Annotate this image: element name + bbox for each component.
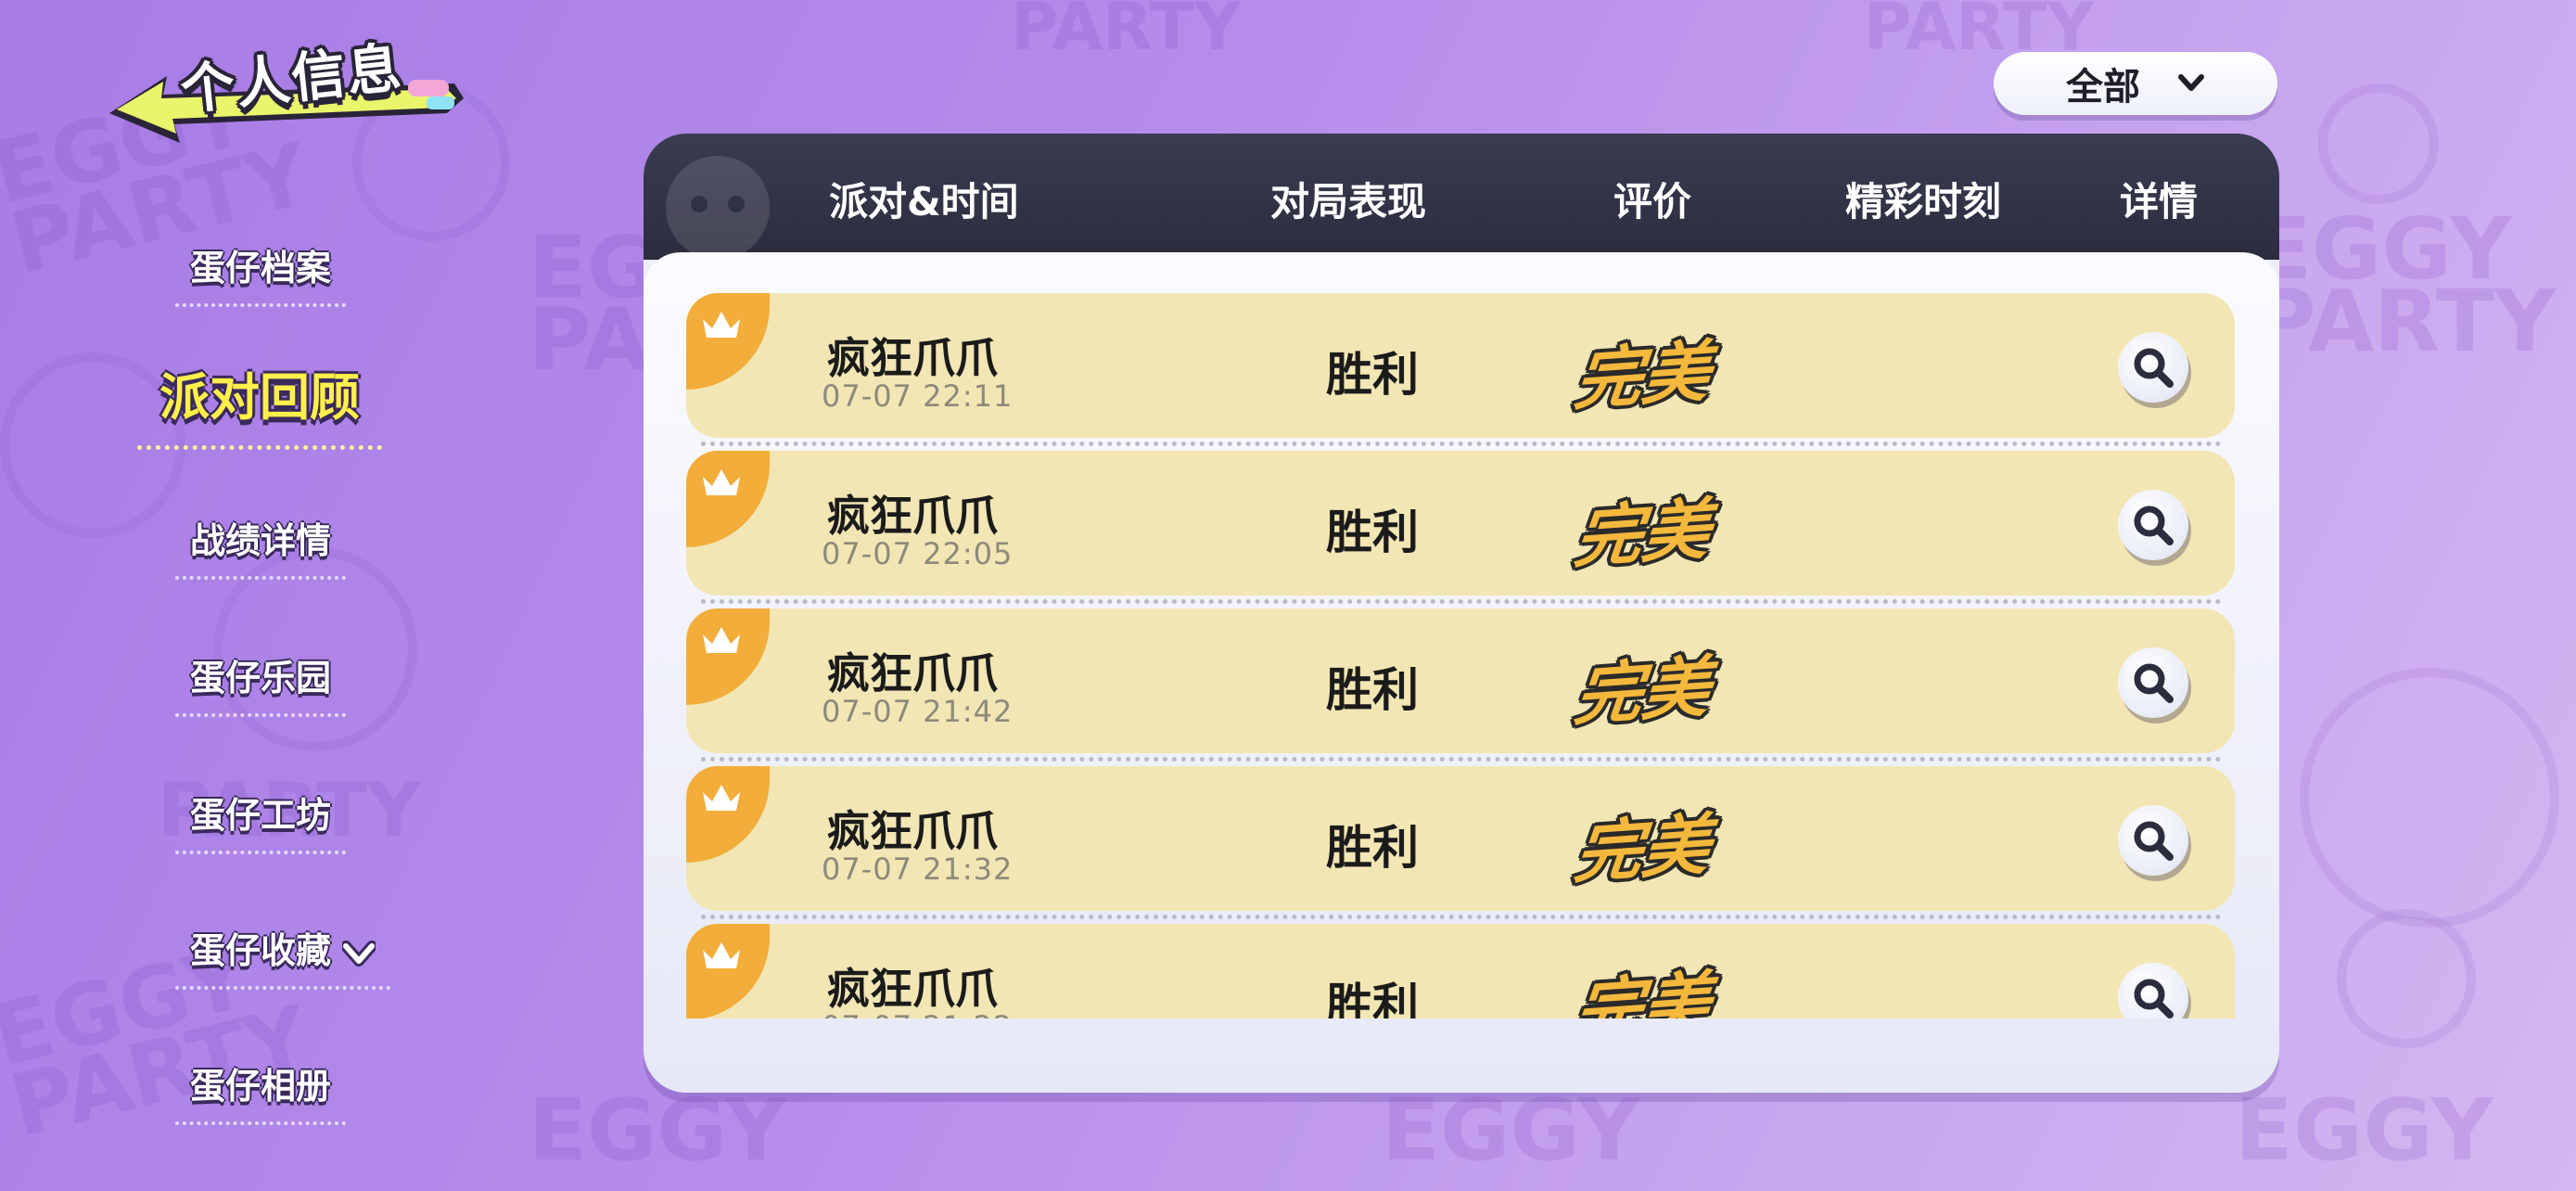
header-party-time: 派对&时间: [829, 179, 1019, 224]
party-time: 07-07 22:05: [822, 536, 1014, 571]
party-list[interactable]: 疯狂爪爪 07-07 22:11 胜利 完美 疯狂爪爪 07-07 22:05 …: [686, 293, 2235, 1018]
search-icon: [2134, 821, 2174, 861]
sidebar-item-eggy-workshop[interactable]: 蛋仔工坊: [174, 787, 347, 854]
match-result: 胜利: [1326, 821, 1419, 875]
crown-badge: [686, 608, 770, 705]
table-row[interactable]: 疯狂爪爪 07-07 21:32 胜利 完美: [686, 766, 2235, 911]
sidebar-item-match-details[interactable]: 战绩详情: [174, 512, 347, 580]
search-icon: [2134, 663, 2174, 703]
header-rating: 评价: [1613, 179, 1692, 224]
filter-selected-label: 全部: [2066, 66, 2140, 109]
party-name: 疯狂爪爪: [827, 648, 998, 698]
crown-badge: [686, 924, 770, 1018]
table-row[interactable]: 疯狂爪爪 07-07 21:42 胜利 完美: [686, 608, 2235, 753]
party-name: 疯狂爪爪: [827, 806, 998, 856]
search-icon: [2134, 348, 2174, 388]
rating-badge: 完美: [1571, 805, 1715, 892]
sidebar-item-collection-label: 蛋仔收藏: [190, 930, 332, 971]
party-time: 07-07 21:32: [822, 852, 1014, 887]
rating-badge: 完美: [1571, 490, 1715, 577]
header-details: 详情: [2120, 179, 2199, 224]
table-header: 派对&时间 对局表现 评价 精彩时刻 详情: [644, 134, 2279, 260]
table-row[interactable]: 疯狂爪爪 07-07 22:05 胜利 完美: [686, 451, 2235, 596]
party-name: 疯狂爪爪: [827, 491, 998, 541]
chevron-down-icon: [342, 940, 376, 967]
search-icon: [2134, 979, 2174, 1018]
header-highlights: 精彩时刻: [1845, 179, 2002, 224]
search-icon: [2134, 506, 2174, 545]
crown-icon: [703, 627, 740, 653]
row-divider: [701, 757, 2222, 762]
sidebar-item-profile[interactable]: 蛋仔档案: [174, 239, 347, 307]
table-body: 疯狂爪爪 07-07 22:11 胜利 完美 疯狂爪爪 07-07 22:05 …: [644, 252, 2279, 1093]
crown-badge: [686, 766, 770, 863]
crown-badge: [686, 451, 770, 547]
details-button[interactable]: [2118, 332, 2188, 403]
details-button[interactable]: [2118, 805, 2188, 876]
crown-icon: [703, 469, 740, 495]
details-button[interactable]: [2118, 490, 2188, 560]
rating-badge: 完美: [1571, 647, 1715, 735]
row-divider: [701, 599, 2222, 604]
eggy-logo-icon: [666, 156, 770, 260]
sidebar-item-collection[interactable]: 蛋仔收藏: [174, 922, 391, 990]
details-button[interactable]: [2118, 963, 2188, 1018]
filter-dropdown[interactable]: 全部: [1994, 52, 2277, 115]
party-time: 07-07 22:11: [822, 378, 1014, 414]
crown-badge: [686, 293, 770, 390]
party-name: 疯狂爪爪: [827, 964, 998, 1014]
party-name: 疯狂爪爪: [827, 333, 998, 383]
match-result: 胜利: [1326, 663, 1419, 717]
match-result: 胜利: [1326, 506, 1419, 559]
row-divider: [701, 915, 2222, 919]
back-button[interactable]: 个人信息: [102, 28, 473, 158]
sidebar-item-eggy-park[interactable]: 蛋仔乐园: [174, 649, 347, 717]
crown-icon: [703, 942, 740, 968]
rating-badge: 完美: [1571, 332, 1715, 419]
row-divider: [701, 442, 2222, 446]
match-result: 胜利: [1326, 348, 1419, 402]
table-row[interactable]: 疯狂爪爪 07-07 21:22 胜利 完美: [686, 924, 2235, 1018]
crown-icon: [703, 785, 740, 811]
crown-icon: [703, 312, 740, 338]
sidebar-item-party-review[interactable]: 派对回顾: [137, 356, 382, 450]
sidebar-item-album[interactable]: 蛋仔相册: [174, 1057, 347, 1125]
header-performance: 对局表现: [1270, 179, 1427, 224]
table-row[interactable]: 疯狂爪爪 07-07 22:11 胜利 完美: [686, 293, 2235, 438]
party-time: 07-07 21:42: [822, 694, 1014, 729]
party-time: 07-07 21:22: [822, 1009, 1013, 1018]
party-review-panel: 派对&时间 对局表现 评价 精彩时刻 详情 疯狂爪爪 07-07 22:11 胜…: [644, 134, 2279, 1093]
chevron-down-icon: [2178, 74, 2204, 91]
match-result: 胜利: [1326, 979, 1419, 1018]
rating-badge: 完美: [1571, 963, 1715, 1018]
details-button[interactable]: [2118, 647, 2188, 718]
